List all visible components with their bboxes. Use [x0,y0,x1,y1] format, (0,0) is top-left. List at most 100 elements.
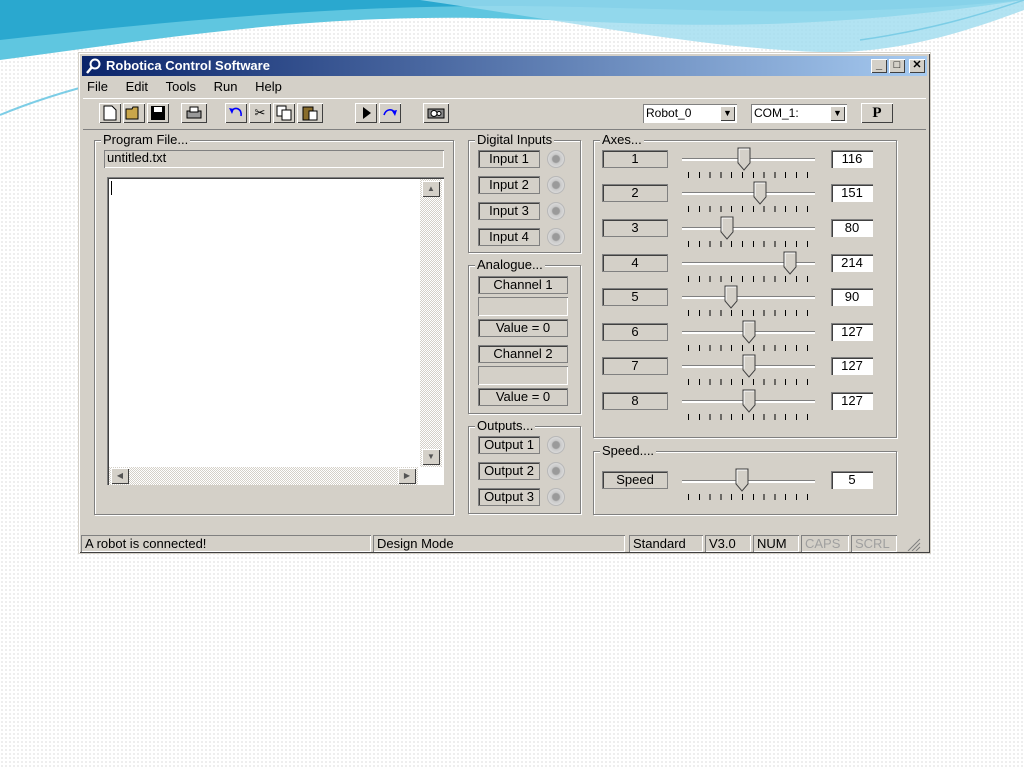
axis-1-slider-thumb[interactable] [737,147,751,171]
speed-value[interactable]: 5 [831,471,873,489]
scroll-left-icon[interactable]: ◀ [111,468,129,484]
output-1-led-icon [547,436,565,454]
paste-icon[interactable] [297,103,323,123]
axis-4-slider-thumb[interactable] [783,251,797,275]
input-2-label: Input 2 [478,176,540,194]
chevron-down-icon[interactable]: ▼ [830,106,845,121]
window-title: Robotica Control Software [106,58,270,73]
axis-2-slider-ticks [688,206,812,212]
chevron-down-icon[interactable]: ▼ [720,106,735,121]
menu-help[interactable]: Help [255,78,282,96]
scroll-down-icon[interactable]: ▼ [422,449,440,465]
axis-2-slider-thumb[interactable] [753,181,767,205]
axis-5-value[interactable]: 90 [831,288,873,306]
status-version: V3.0 [705,535,751,552]
axis-1-value[interactable]: 116 [831,150,873,168]
channel-2-value: Value = 0 [478,388,568,406]
open-folder-icon[interactable] [123,103,145,123]
channel-1-bar [478,297,568,316]
axis-8-value[interactable]: 127 [831,392,873,410]
axis-8-slider-ticks [688,414,812,420]
menu-tools[interactable]: Tools [166,78,196,96]
horizontal-scrollbar[interactable]: ◀ ▶ [109,467,418,485]
axis-8-slider-thumb[interactable] [742,389,756,413]
text-cursor [111,181,112,195]
speed-slider-ticks [688,494,812,500]
title-bar[interactable]: Robotica Control Software _ □ ✕ [82,56,927,76]
axis-7-slider-ticks [688,379,812,385]
analogue-legend: Analogue... [475,257,545,273]
program-editor[interactable]: ▲ ▼ ◀ ▶ [107,177,444,485]
axis-5-slider-thumb[interactable] [724,285,738,309]
speed-label: Speed [602,471,668,489]
save-icon[interactable] [147,103,169,123]
axis-4-slider-ticks [688,276,812,282]
axis-1-label: 1 [602,150,668,168]
scroll-up-icon[interactable]: ▲ [422,181,440,197]
speed-slider-thumb[interactable] [735,468,749,492]
undo-icon[interactable] [225,103,247,123]
close-icon[interactable]: ✕ [909,59,925,73]
axis-6-value[interactable]: 127 [831,323,873,341]
axis-4-value[interactable]: 214 [831,254,873,272]
print-icon[interactable] [181,103,207,123]
axis-5-slider-track[interactable] [682,296,815,299]
status-num: NUM [753,535,799,552]
status-message: A robot is connected! [81,535,371,552]
minimize-icon[interactable]: _ [871,59,887,73]
p-button[interactable]: P [861,103,893,123]
toolbar: ✂ Robot_0 ▼ COM_1: ▼ P [83,98,926,130]
maximize-icon[interactable]: □ [889,59,905,73]
axis-3-value[interactable]: 80 [831,219,873,237]
input-1-led-icon [547,150,565,168]
new-file-icon[interactable] [99,103,121,123]
axis-2-value[interactable]: 151 [831,184,873,202]
play-icon[interactable] [355,103,377,123]
input-3-label: Input 3 [478,202,540,220]
menu-run[interactable]: Run [214,78,238,96]
channel-1-label: Channel 1 [478,276,568,294]
output-3-button[interactable]: Output 3 [478,488,540,506]
axis-7-slider-thumb[interactable] [742,354,756,378]
input-4-label: Input 4 [478,228,540,246]
axis-6-slider-thumb[interactable] [742,320,756,344]
robot-select-value: Robot_0 [646,106,692,120]
axis-2-slider-track[interactable] [682,192,815,195]
output-3-led-icon [547,488,565,506]
resize-grip-icon[interactable] [905,537,921,551]
output-2-led-icon [547,462,565,480]
cut-icon[interactable]: ✂ [249,103,271,123]
vertical-scrollbar[interactable]: ▲ ▼ [420,179,442,467]
app-window: Robotica Control Software _ □ ✕ File Edi… [78,52,931,554]
channel-2-label: Channel 2 [478,345,568,363]
axis-5-slider-ticks [688,310,812,316]
channel-1-value: Value = 0 [478,319,568,337]
redo-icon[interactable] [379,103,401,123]
camera-icon[interactable] [423,103,449,123]
axis-3-slider-track[interactable] [682,227,815,230]
filename-field[interactable]: untitled.txt [104,150,444,168]
speed-legend: Speed.... [600,443,657,459]
port-select[interactable]: COM_1: ▼ [751,104,847,123]
output-1-button[interactable]: Output 1 [478,436,540,454]
axis-8-label: 8 [602,392,668,410]
axis-1-slider-ticks [688,172,812,178]
scroll-right-icon[interactable]: ▶ [398,468,416,484]
input-3-led-icon [547,202,565,220]
axis-6-slider-ticks [688,345,812,351]
axis-4-label: 4 [602,254,668,272]
axis-3-slider-thumb[interactable] [720,216,734,240]
digital-inputs-legend: Digital Inputs [475,132,555,148]
axis-2-label: 2 [602,184,668,202]
menu-bar: File Edit Tools Run Help [87,78,296,96]
menu-edit[interactable]: Edit [126,78,148,96]
axis-7-value[interactable]: 127 [831,357,873,375]
output-2-button[interactable]: Output 2 [478,462,540,480]
robot-select[interactable]: Robot_0 ▼ [643,104,737,123]
port-select-value: COM_1: [754,106,799,120]
app-icon [86,58,101,74]
copy-icon[interactable] [273,103,295,123]
menu-file[interactable]: File [87,78,108,96]
axis-3-label: 3 [602,219,668,237]
channel-2-bar [478,366,568,385]
